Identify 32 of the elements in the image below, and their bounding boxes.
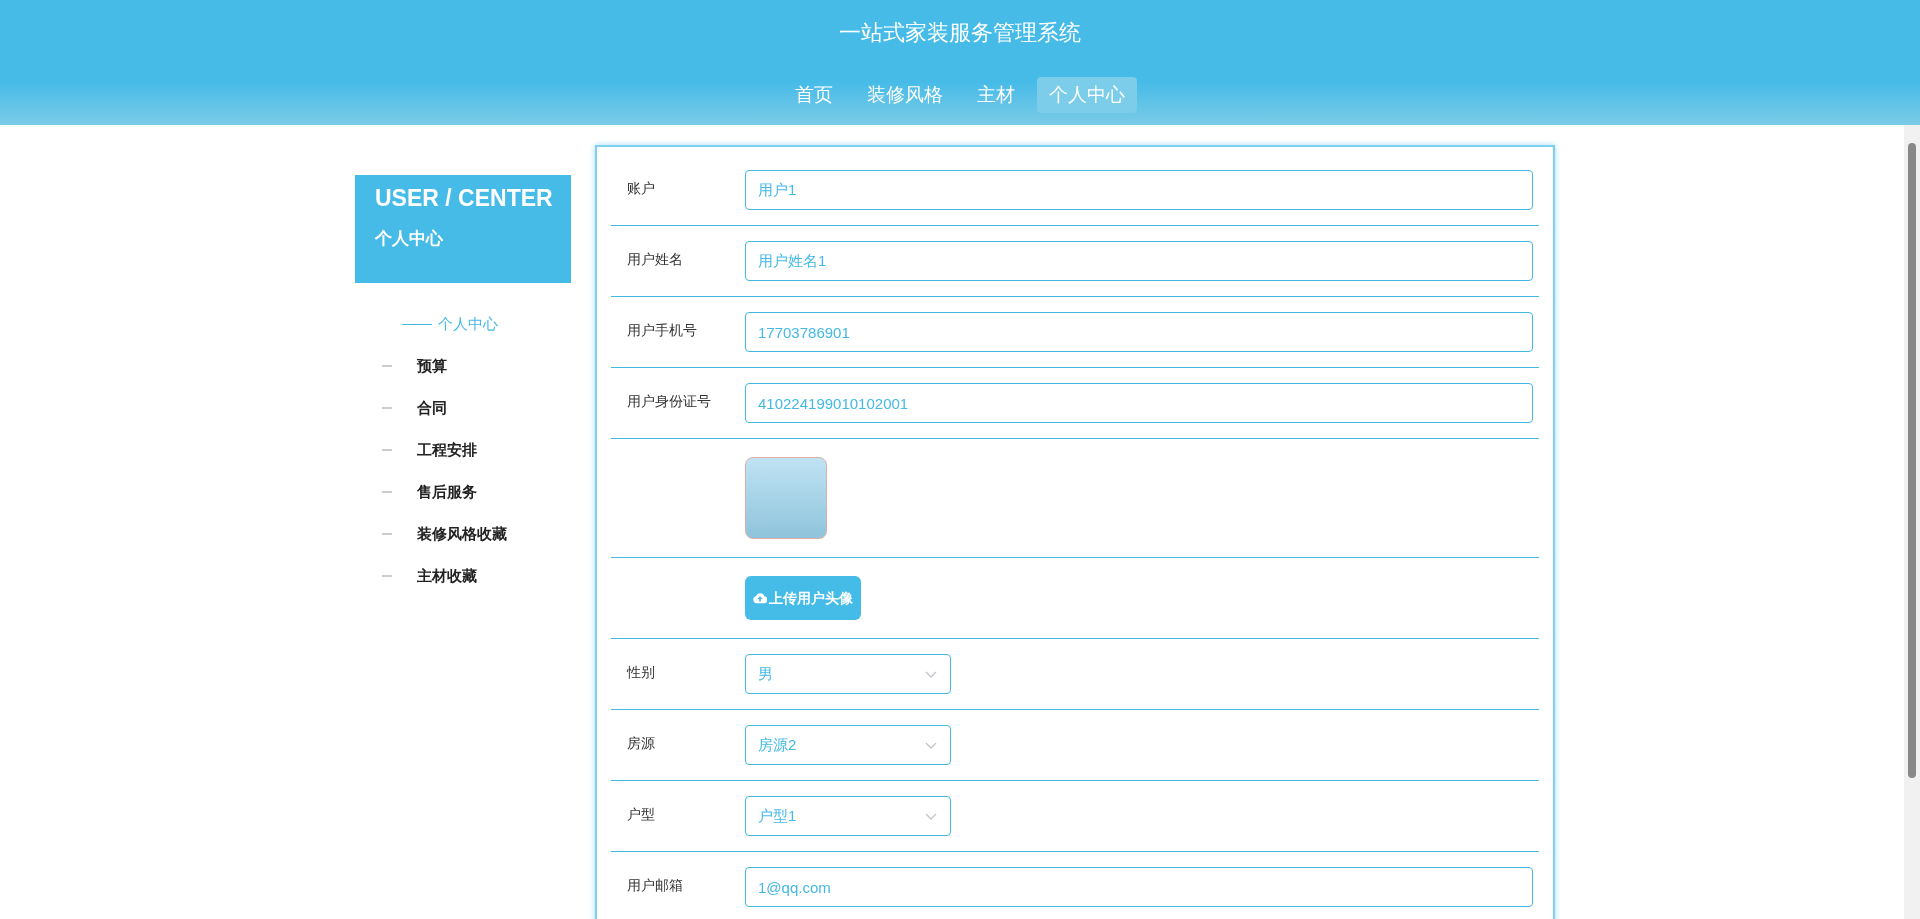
banner-title: USER / CENTER bbox=[375, 184, 554, 213]
text-field[interactable]: 用户姓名1 bbox=[745, 241, 1533, 281]
nav-tab[interactable]: 个人中心 bbox=[1037, 77, 1137, 113]
sidebar-item[interactable]: 预算 bbox=[382, 355, 571, 377]
sidebar-item[interactable]: 合同 bbox=[382, 397, 571, 419]
field-label: 用户身份证号 bbox=[627, 393, 711, 409]
text-field[interactable]: 1@qq.com bbox=[745, 867, 1533, 907]
select-field[interactable]: 户型1 bbox=[745, 796, 951, 836]
text-field[interactable]: 410224199010102001 bbox=[745, 383, 1533, 423]
site-title: 一站式家装服务管理系统 bbox=[839, 19, 1081, 47]
nav-tab[interactable]: 首页 bbox=[783, 77, 845, 113]
cloud-upload-icon bbox=[753, 592, 767, 604]
sidebar-item[interactable]: 装修风格收藏 bbox=[382, 523, 571, 545]
field-label: 房源 bbox=[627, 735, 655, 751]
text-field[interactable]: 用户1 bbox=[745, 170, 1533, 210]
nav-tab[interactable]: 装修风格 bbox=[855, 77, 955, 113]
banner-subtitle: 个人中心 bbox=[375, 227, 444, 250]
field-label: 用户手机号 bbox=[627, 322, 697, 338]
field-label: 用户姓名 bbox=[627, 251, 683, 267]
nav-tab[interactable]: 主材 bbox=[965, 77, 1027, 113]
upload-avatar-button[interactable]: 上传用户头像 bbox=[745, 576, 861, 620]
field-label: 性别 bbox=[627, 664, 655, 680]
sidebar-item[interactable]: 售后服务 bbox=[382, 481, 571, 503]
sidebar-item[interactable]: 工程安排 bbox=[382, 439, 571, 461]
select-field[interactable]: 男 bbox=[745, 654, 951, 694]
field-label: 用户邮箱 bbox=[627, 877, 683, 893]
text-field[interactable]: 17703786901 bbox=[745, 312, 1533, 352]
field-label: 账户 bbox=[627, 180, 655, 196]
field-label: 户型 bbox=[627, 806, 655, 822]
select-field[interactable]: 房源2 bbox=[745, 725, 951, 765]
sidebar-item[interactable]: 主材收藏 bbox=[382, 565, 571, 587]
sidebar-item[interactable]: 个人中心 bbox=[382, 313, 571, 335]
